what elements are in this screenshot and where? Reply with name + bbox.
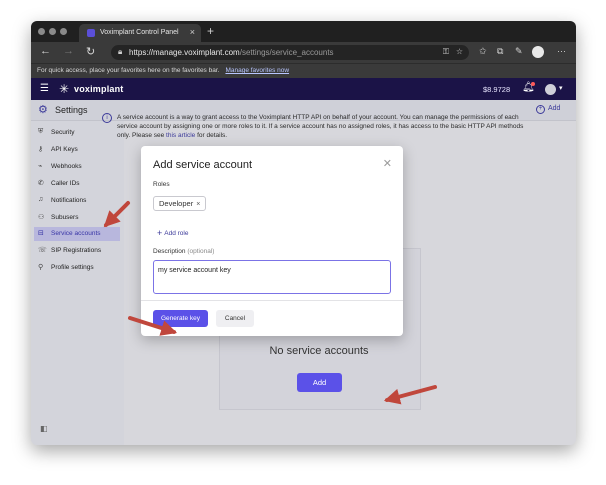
title-bar: Voximplant Control Panel × + xyxy=(31,21,576,42)
service-account-icon: ⊟ xyxy=(38,230,44,237)
role-chip-developer[interactable]: Developer × xyxy=(153,196,207,211)
favorites-bar: For quick access, place your favorites h… xyxy=(31,63,576,78)
favorites-icon[interactable]: ✩ xyxy=(479,46,487,57)
plus-icon: + xyxy=(157,228,163,238)
chevron-down-icon[interactable]: ▾ xyxy=(559,84,563,92)
notification-indicator xyxy=(531,82,535,86)
new-tab-icon[interactable]: + xyxy=(207,24,214,38)
profile-icon: ⚲ xyxy=(38,264,44,271)
collapse-sidebar-icon[interactable]: ◧ xyxy=(40,424,48,433)
tab-close-icon[interactable]: × xyxy=(190,27,195,37)
phone-icon: ✆ xyxy=(38,180,44,187)
sidebar-item-label: Webhooks xyxy=(51,163,82,170)
tab-title: Voximplant Control Panel xyxy=(100,29,179,36)
back-icon[interactable]: ← xyxy=(40,45,51,57)
more-menu-icon[interactable]: ··· xyxy=(557,46,566,56)
sidebar-item-label: Subusers xyxy=(51,214,79,221)
webhook-icon: ⌁ xyxy=(38,163,43,170)
sidebar-item-sip-registrations[interactable]: ☏ SIP Registrations xyxy=(34,244,120,258)
info-icon: i xyxy=(102,113,112,123)
cancel-button[interactable]: Cancel xyxy=(216,310,254,327)
generate-key-button[interactable]: Generate key xyxy=(153,310,208,327)
url-field[interactable]: 🔒︎ https://manage.voximplant.com/setting… xyxy=(111,45,469,60)
manage-favorites-link[interactable]: Manage favorites now xyxy=(225,67,289,74)
dialog-divider xyxy=(141,300,403,301)
sidebar-item-security[interactable]: ⛨ Security xyxy=(34,126,120,140)
forward-icon[interactable]: → xyxy=(63,45,74,57)
sidebar-item-label: Caller IDs xyxy=(51,180,80,187)
sidebar-item-subusers[interactable]: ⚇ Subusers xyxy=(34,211,120,225)
browser-tab[interactable]: Voximplant Control Panel × xyxy=(79,24,201,42)
hamburger-menu-icon[interactable]: ☰ xyxy=(40,83,49,94)
collections-icon[interactable]: ⧉ xyxy=(497,46,503,57)
address-toolbar: ← → ↻ 🔒︎ https://manage.voximplant.com/s… xyxy=(31,42,576,63)
settings-sidebar: ⛨ Security ⚷ API Keys ⌁ Webhooks ✆ Calle… xyxy=(31,121,124,445)
dialog-title: Add service account xyxy=(153,159,253,171)
account-balance[interactable]: $8.9728 xyxy=(483,85,510,94)
minimize-window-dot[interactable] xyxy=(49,28,56,35)
add-service-account-dialog: Add service account ✕ Roles Developer × +… xyxy=(141,146,403,336)
close-icon[interactable]: ✕ xyxy=(383,157,392,170)
sidebar-item-profile-settings[interactable]: ⚲ Profile settings xyxy=(34,261,120,275)
page-title: Settings xyxy=(55,105,88,115)
sidebar-item-label: Security xyxy=(51,129,75,136)
app-header: ☰ ✳ voximplant $8.9728 🔔︎ ▾ xyxy=(31,78,576,100)
user-avatar[interactable] xyxy=(545,84,556,95)
favorite-star-icon[interactable]: ☆ xyxy=(456,47,463,56)
extensions-icon[interactable]: ✎ xyxy=(515,46,523,57)
sidebar-item-label: API Keys xyxy=(51,146,78,153)
sidebar-item-label: Service accounts xyxy=(51,230,101,237)
remove-role-icon[interactable]: × xyxy=(196,201,200,208)
browser-profile-avatar[interactable] xyxy=(532,46,544,58)
maximize-window-dot[interactable] xyxy=(60,28,67,35)
roles-label: Roles xyxy=(153,181,170,188)
info-text: A service account is a way to grant acce… xyxy=(117,114,524,139)
add-role-button[interactable]: + Add role xyxy=(157,228,188,238)
shield-icon: ⛨ xyxy=(38,128,44,135)
voximplant-logo-icon: ✳ xyxy=(59,82,70,96)
lock-icon: 🔒︎ xyxy=(118,47,123,56)
sidebar-item-notifications[interactable]: ♫ Notifications xyxy=(34,194,120,208)
close-window-dot[interactable] xyxy=(38,28,45,35)
key-icon[interactable]: ⚿ xyxy=(443,47,449,57)
sidebar-item-label: SIP Registrations xyxy=(51,247,102,254)
description-label: Description (optional) xyxy=(153,248,215,255)
plus-circle-icon: + xyxy=(536,105,545,114)
sidebar-item-webhooks[interactable]: ⌁ Webhooks xyxy=(34,160,120,174)
description-field[interactable]: my service account key xyxy=(153,260,391,294)
reload-icon[interactable]: ↻ xyxy=(86,45,95,58)
sidebar-item-label: Notifications xyxy=(51,197,87,204)
sidebar-item-caller-ids[interactable]: ✆ Caller IDs xyxy=(34,177,120,191)
empty-state-title: No service accounts xyxy=(269,345,369,357)
app-logo-text: voximplant xyxy=(74,84,124,94)
url-text: https://manage.voximplant.com/settings/s… xyxy=(129,48,334,57)
article-link[interactable]: this article xyxy=(166,132,195,139)
sidebar-item-service-accounts[interactable]: ⊟ Service accounts xyxy=(34,227,120,241)
key-icon: ⚷ xyxy=(38,146,44,153)
add-service-account-button[interactable]: Add xyxy=(297,373,342,392)
sidebar-item-label: Profile settings xyxy=(51,264,94,271)
users-icon: ⚇ xyxy=(38,214,45,221)
tab-favicon-icon xyxy=(87,29,95,37)
sip-icon: ☏ xyxy=(38,247,47,254)
add-top-button[interactable]: + Add xyxy=(536,105,560,114)
gear-icon: ⚙ xyxy=(38,104,48,116)
favorites-hint: For quick access, place your favorites h… xyxy=(37,67,220,74)
sidebar-item-api-keys[interactable]: ⚷ API Keys xyxy=(34,143,120,157)
bell-icon: ♫ xyxy=(38,196,44,203)
